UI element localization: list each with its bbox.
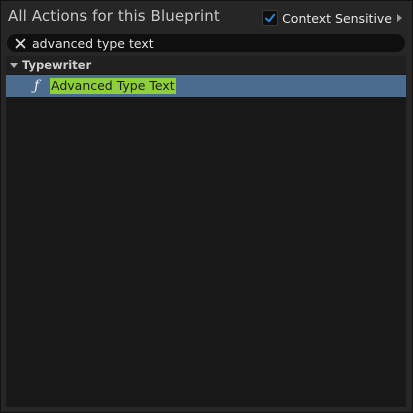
search-value[interactable]: advanced type text xyxy=(32,36,154,51)
panel-header: All Actions for this Blueprint Context S… xyxy=(1,1,412,33)
category-label: Typewriter xyxy=(22,58,92,72)
function-icon: ƒ xyxy=(34,78,40,94)
panel-title: All Actions for this Blueprint xyxy=(8,7,220,25)
context-sensitive-toggle[interactable]: Context Sensitive xyxy=(262,9,402,27)
list-item[interactable]: ƒ Advanced Type Text xyxy=(6,75,406,97)
chevron-right-icon[interactable] xyxy=(397,14,402,22)
context-sensitive-label: Context Sensitive xyxy=(282,10,392,26)
category-typewriter[interactable]: Typewriter xyxy=(6,56,406,74)
clear-search-icon[interactable] xyxy=(14,37,26,49)
actions-panel: All Actions for this Blueprint Context S… xyxy=(0,0,413,413)
context-sensitive-checkbox[interactable] xyxy=(262,10,279,26)
actions-list[interactable]: Typewriter ƒ Advanced Type Text xyxy=(6,56,406,407)
expand-triangle-icon[interactable] xyxy=(10,62,18,68)
search-input[interactable]: advanced type text xyxy=(7,34,405,52)
list-item-label: Advanced Type Text xyxy=(50,78,176,94)
checkmark-icon xyxy=(265,13,276,23)
